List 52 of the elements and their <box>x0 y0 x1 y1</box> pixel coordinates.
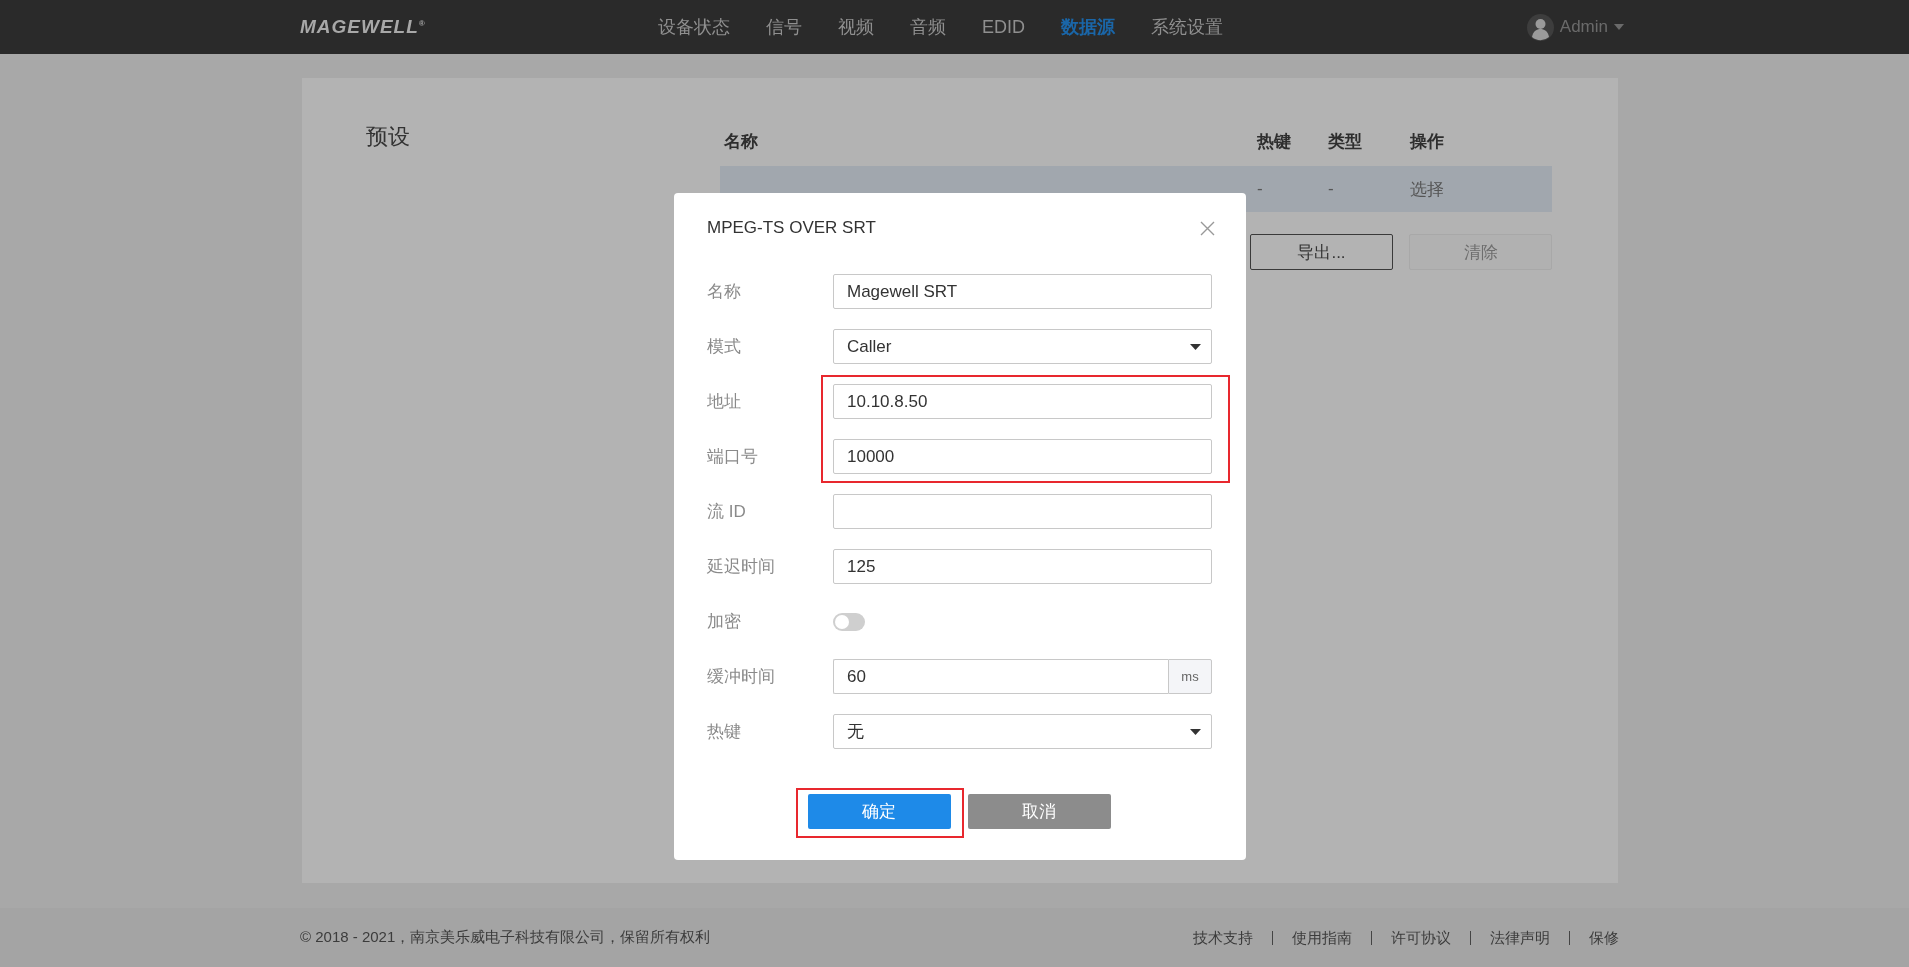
select-link[interactable]: 选择 <box>1410 177 1552 201</box>
nav-tab[interactable]: 系统设置 <box>1133 15 1241 39</box>
input-field[interactable]: Magewell SRT <box>833 274 1212 309</box>
nav-tab[interactable]: 数据源 <box>1043 15 1133 39</box>
input-field[interactable]: 10.10.8.50 <box>833 384 1212 419</box>
unit-label: ms <box>1168 659 1212 694</box>
export-button[interactable]: 导出... <box>1250 234 1393 270</box>
caret-icon <box>1190 728 1201 735</box>
field-label: 名称 <box>707 281 742 303</box>
input-field[interactable] <box>833 494 1212 529</box>
footer-link[interactable]: 技术支持 <box>1174 930 1272 945</box>
column-header: 名称 <box>724 130 759 153</box>
field-label: 加密 <box>707 611 742 633</box>
section-title: 预设 <box>366 123 411 151</box>
nav-tab[interactable]: 视频 <box>820 15 892 39</box>
table-cell-text: - <box>1328 179 1335 199</box>
field-label: 延迟时间 <box>707 556 776 578</box>
clear-button: 清除 <box>1409 234 1552 270</box>
footer-link[interactable]: 保修 <box>1569 930 1619 945</box>
dialog-title: MPEG-TS OVER SRT <box>707 218 876 238</box>
user-avatar-icon[interactable] <box>1526 13 1554 41</box>
caret-icon[interactable] <box>1614 24 1624 30</box>
field-label: 流 ID <box>707 501 747 523</box>
footer-link[interactable]: 使用指南 <box>1272 930 1371 945</box>
field-label: 缓冲时间 <box>707 666 776 688</box>
brand-logo: MAGEWELL$^{®}$ <box>300 16 427 38</box>
nav-tab[interactable]: 音频 <box>892 15 964 39</box>
input-field[interactable]: 60 <box>833 659 1168 694</box>
nav-tab[interactable]: EDID <box>964 15 1043 39</box>
column-header: 热键 <box>1257 130 1292 153</box>
user-name[interactable]: Admin <box>1559 17 1608 37</box>
field-label: 端口号 <box>707 446 759 468</box>
column-header: 操作 <box>1410 130 1445 153</box>
dropdown[interactable]: 无 <box>833 714 1212 749</box>
toggle-switch[interactable] <box>833 612 865 631</box>
field-label: 模式 <box>707 336 742 358</box>
column-header: 类型 <box>1328 130 1363 153</box>
input-field[interactable]: 125 <box>833 549 1212 584</box>
close-icon[interactable] <box>1200 220 1215 236</box>
confirm-button[interactable]: 确定 <box>807 794 951 829</box>
cancel-button[interactable]: 取消 <box>967 794 1111 829</box>
copyright-text: © 2018 - 2021，南京美乐威电子科技有限公司，保留所有权利 <box>300 928 711 947</box>
field-label: 热键 <box>707 721 742 743</box>
nav-tab[interactable]: 设备状态 <box>640 15 748 39</box>
input-field[interactable]: 10000 <box>833 439 1212 474</box>
caret-icon <box>1190 343 1201 350</box>
footer-link[interactable]: 法律声明 <box>1470 930 1569 945</box>
footer-link[interactable]: 许可协议 <box>1371 930 1470 945</box>
field-label: 地址 <box>707 391 742 413</box>
dropdown[interactable]: Caller <box>833 329 1212 364</box>
nav-tab[interactable]: 信号 <box>748 15 820 39</box>
table-cell-text: - <box>1257 179 1264 199</box>
